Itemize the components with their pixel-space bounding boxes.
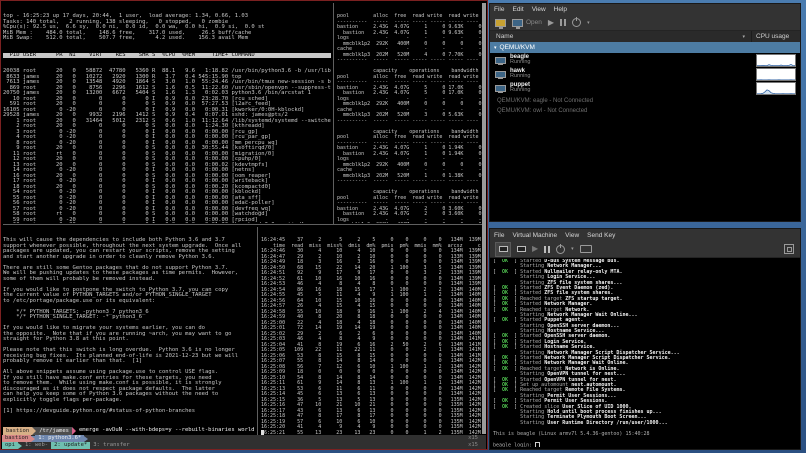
tmux-pane-divider-horizontal[interactable] xyxy=(3,224,483,225)
pause-button[interactable] xyxy=(544,246,550,253)
connection-row-qemu-kvm[interactable]: ▾ QEMU/KVM xyxy=(490,42,800,53)
shutdown-menu-caret-icon[interactable]: ▾ xyxy=(571,246,574,252)
vm-monitor-icon xyxy=(495,85,506,92)
tmux-window-label[interactable]: 3: transfer xyxy=(90,442,132,449)
fullscreen-button[interactable] xyxy=(784,244,794,254)
menu-help[interactable]: Help xyxy=(550,6,571,13)
menu-virtual-machine[interactable]: Virtual Machine xyxy=(508,232,561,239)
tmux-window-label[interactable]: 1: web- xyxy=(22,442,51,449)
tmux-status-right: x15 xyxy=(468,442,478,449)
top-process-list: 20038 root 20 0 58872 47780 5360 R 88.1 … xyxy=(3,69,331,223)
powerline-arrow-icon xyxy=(72,427,76,435)
vm-monitor-icon xyxy=(495,71,506,78)
vm-monitor-icon xyxy=(495,57,506,64)
menu-send-key[interactable]: Send Key xyxy=(583,232,619,239)
connection-row-disconnected[interactable]: QEMU/KVM: eagle - Not Connected xyxy=(490,96,800,106)
vm-row-beagle[interactable]: beagleRunning xyxy=(490,53,800,67)
column-name[interactable]: Name xyxy=(490,33,513,40)
menu-file[interactable]: File xyxy=(490,232,508,239)
vm-row-hawk[interactable]: hawkRunning xyxy=(490,67,800,81)
open-button[interactable]: Open xyxy=(512,19,542,27)
zpool-iostat-output: pool alloc free read write read write --… xyxy=(337,14,483,223)
cpu-usage-sparkline xyxy=(756,68,796,81)
powerline-arrow-icon xyxy=(84,436,88,442)
tmux-status-bar-inner: bastion 1: python3.6* x15 xyxy=(2,435,486,442)
vm-manager-toolbar: Open ▶ ▾ xyxy=(490,15,800,31)
text-cursor xyxy=(535,442,540,447)
cpu-usage-sparkline xyxy=(756,54,796,67)
top-header-row: PID USER PR NI VIRT RES SHR S %CPU %MEM … xyxy=(3,53,331,59)
shutdown-button[interactable] xyxy=(556,245,565,254)
monitor-icon xyxy=(499,246,508,252)
vm-console-window[interactable]: File Virtual Machine View Send Key ▶ ▾ [… xyxy=(489,228,801,450)
prompt-host: bastion xyxy=(3,427,32,435)
tmux-window-label-active[interactable]: 2: update* xyxy=(51,442,90,449)
vm-console-toolbar: ▶ ▾ xyxy=(490,241,800,258)
emerge-news-pane[interactable]: This will cause the dependencies to incl… xyxy=(3,227,255,435)
tmux-pane-divider-vertical-bottom[interactable] xyxy=(257,227,258,435)
vm-console-menubar: File Virtual Machine View Send Key xyxy=(490,229,800,241)
vm-list: beagleRunninghawkRunningpuppetRunning xyxy=(490,53,800,95)
top-pane[interactable]: top - 16:25:23 up 17 days, 20:44, 1 user… xyxy=(3,3,331,223)
shutdown-button[interactable] xyxy=(572,18,581,27)
tmux-session-name: opi xyxy=(2,442,18,449)
vm-state: Running xyxy=(510,60,531,66)
vm-manager-window[interactable]: File Edit View Help Open ▶ ▾ Name ▾ CPU … xyxy=(489,3,801,222)
tmux-status-right: x15 xyxy=(468,435,478,442)
sort-arrow-icon[interactable]: ▾ xyxy=(742,34,745,40)
terminal-window[interactable]: top - 16:25:23 up 17 days, 20:44, 1 user… xyxy=(0,0,488,450)
monitor-icon xyxy=(512,19,523,27)
console-view-button[interactable] xyxy=(495,242,511,257)
tmux-status-bar-outer: opi 1: web- 2: update* 3: transfer x15 xyxy=(2,442,486,449)
connection-row-disconnected[interactable]: QEMU/KVM: owl - Not Connected xyxy=(490,106,800,116)
menu-edit[interactable]: Edit xyxy=(508,6,527,13)
vm-row-puppet[interactable]: puppetRunning xyxy=(490,81,800,95)
vm-manager-menubar: File Edit View Help xyxy=(490,4,800,15)
arcstat-output: 16:24:45 37 2 5 2 5 0 0 0 0 134M 139M ti… xyxy=(261,238,481,435)
pause-button[interactable] xyxy=(560,19,566,26)
prompt-path: /tr/james xyxy=(36,427,72,435)
terminal-scrollbar[interactable] xyxy=(482,3,486,434)
top-summary: top - 16:25:23 up 17 days, 20:44, 1 user… xyxy=(3,14,331,42)
tmux-pane-divider-vertical-top[interactable] xyxy=(333,3,334,224)
usb-redirect-icon[interactable] xyxy=(580,245,592,253)
guest-console[interactable]: [ OK ] Started D-Bus System Message Bus.… xyxy=(493,259,797,447)
vm-state: Running xyxy=(510,74,531,80)
tmux-window-label[interactable]: 1: python3.6* xyxy=(35,435,84,442)
menu-view[interactable]: View xyxy=(561,232,583,239)
new-vm-icon[interactable] xyxy=(495,19,506,27)
zpool-iostat-pane[interactable]: pool alloc free read write read write --… xyxy=(337,3,483,223)
vm-state: Running xyxy=(510,88,531,94)
disconnected-list: QEMU/KVM: eagle - Not Connected QEMU/KVM… xyxy=(490,96,800,116)
cpu-usage-sparkline xyxy=(756,82,796,95)
shutdown-menu-caret-icon[interactable]: ▾ xyxy=(587,20,590,26)
run-button[interactable]: ▶ xyxy=(548,19,554,27)
details-view-button[interactable] xyxy=(517,246,526,252)
expander-icon[interactable]: ▾ xyxy=(494,45,497,51)
desktop: { "terminal": { "top": { "summary": [ "t… xyxy=(0,0,806,453)
run-button[interactable]: ▶ xyxy=(532,245,538,253)
prompt-command: emerge -avDuN --with-bdeps=y --rebuilt-b… xyxy=(79,428,255,434)
arcstat-pane[interactable]: 16:24:45 37 2 5 2 5 0 0 0 0 134M 139M ti… xyxy=(261,227,481,435)
shell-prompt: bastion/tr/james emerge -avDuN --with-bde… xyxy=(3,427,255,435)
monitor-icon xyxy=(517,246,526,252)
column-cpu-usage[interactable]: CPU usage xyxy=(752,33,800,40)
gentoo-news-text: This will cause the dependencies to incl… xyxy=(3,238,255,414)
menu-view[interactable]: View xyxy=(528,6,550,13)
menu-file[interactable]: File xyxy=(490,6,508,13)
tmux-session-name: bastion xyxy=(2,435,31,442)
